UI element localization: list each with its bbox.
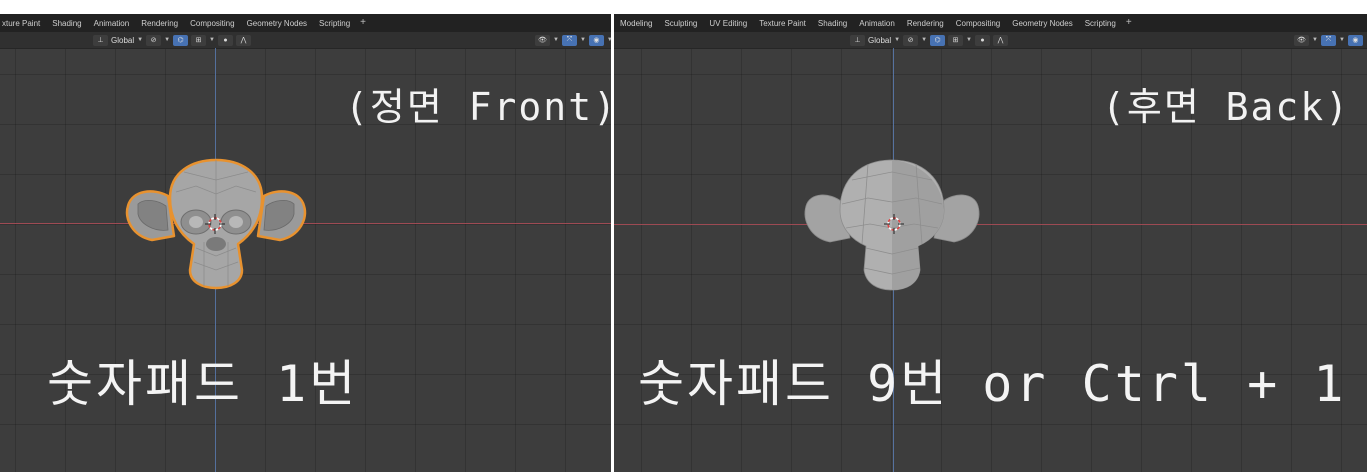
visibility-eye-icon[interactable]: 👁 <box>1294 34 1309 46</box>
transform-orientation-dropdown[interactable]: Global <box>868 36 891 45</box>
tab-scripting[interactable]: Scripting <box>1079 19 1122 28</box>
gizmo-icon[interactable]: ⤧ <box>1320 34 1336 46</box>
tab-animation[interactable]: Animation <box>88 19 136 28</box>
chevron-down-icon[interactable]: ▼ <box>164 37 170 43</box>
tab-compositing[interactable]: Compositing <box>184 19 240 28</box>
tab-animation[interactable]: Animation <box>853 19 901 28</box>
viewport-header: ⊥ Global ▼ ⊘ ▼ ⌬ ⊞ ▼ ● ⋀ 👁 ▼ ⤧ ▼ ◉ ▼ <box>614 32 1367 49</box>
tab-modeling[interactable]: Modeling <box>614 19 658 28</box>
proportional-editing-icon[interactable]: ● <box>217 34 233 46</box>
chevron-down-icon[interactable]: ▼ <box>209 37 215 43</box>
pivot-point-icon[interactable]: ⊘ <box>903 34 919 46</box>
add-workspace-button[interactable]: + <box>356 18 370 28</box>
chevron-down-icon[interactable]: ▼ <box>137 37 143 43</box>
overlay-controls: 👁 ▼ ⤧ ▼ ◉ ▼ <box>535 34 611 46</box>
chevron-down-icon[interactable]: ▼ <box>580 37 586 43</box>
transform-orientation-dropdown[interactable]: Global <box>111 36 134 45</box>
transform-orientation-icon[interactable]: ⊥ <box>93 34 108 46</box>
add-workspace-button[interactable]: + <box>1122 18 1136 28</box>
3d-cursor-icon <box>205 214 225 234</box>
chevron-down-icon[interactable]: ▼ <box>894 37 900 43</box>
tab-shading[interactable]: Shading <box>812 19 853 28</box>
3d-cursor-icon <box>884 214 904 234</box>
view-label: (후면 Back) <box>1102 85 1351 129</box>
shortcut-label: 숫자패드 9번 or Ctrl + 1 <box>638 355 1347 413</box>
x-axis-line <box>614 224 1367 225</box>
chevron-down-icon[interactable]: ▼ <box>921 37 927 43</box>
workspace-tab-bar: xture Paint Shading Animation Rendering … <box>0 14 611 32</box>
overlay-controls: 👁 ▼ ⤧ ▼ ◉ ▼ <box>1294 34 1367 46</box>
transform-orientation-icon[interactable]: ⊥ <box>850 34 865 46</box>
tab-rendering[interactable]: Rendering <box>901 19 950 28</box>
visibility-eye-icon[interactable]: 👁 <box>535 34 550 46</box>
tab-texture-paint[interactable]: xture Paint <box>0 19 46 28</box>
tab-sculpting[interactable]: Sculpting <box>658 19 703 28</box>
snap-icon[interactable]: ⌬ <box>930 34 946 46</box>
tab-texture-paint[interactable]: Texture Paint <box>753 19 812 28</box>
shortcut-label: 숫자패드 1번 <box>47 355 359 413</box>
chevron-down-icon[interactable]: ▼ <box>553 37 559 43</box>
snap-target-icon[interactable]: ⊞ <box>191 34 207 46</box>
pivot-point-icon[interactable]: ⊘ <box>146 34 162 46</box>
right-viewport[interactable]: Modeling Sculpting UV Editing Texture Pa… <box>614 14 1367 472</box>
transform-controls: ⊥ Global ▼ ⊘ ▼ ⌬ ⊞ ▼ ● ⋀ <box>850 34 1008 46</box>
chevron-down-icon[interactable]: ▼ <box>1312 37 1318 43</box>
snap-icon[interactable]: ⌬ <box>173 34 189 46</box>
falloff-icon[interactable]: ⋀ <box>235 34 251 46</box>
left-viewport[interactable]: xture Paint Shading Animation Rendering … <box>0 14 611 472</box>
viewport-header: ⊥ Global ▼ ⊘ ▼ ⌬ ⊞ ▼ ● ⋀ 👁 ▼ ⤧ ▼ ◉ ▼ <box>0 32 611 49</box>
tab-uv-editing[interactable]: UV Editing <box>703 19 753 28</box>
falloff-icon[interactable]: ⋀ <box>992 34 1008 46</box>
tab-compositing[interactable]: Compositing <box>950 19 1006 28</box>
tab-scripting[interactable]: Scripting <box>313 19 356 28</box>
proportional-editing-icon[interactable]: ● <box>974 34 990 46</box>
tab-rendering[interactable]: Rendering <box>135 19 184 28</box>
chevron-down-icon[interactable]: ▼ <box>1339 37 1345 43</box>
workspace-tab-bar: Modeling Sculpting UV Editing Texture Pa… <box>614 14 1367 32</box>
overlays-icon[interactable]: ◉ <box>588 34 604 46</box>
gizmo-icon[interactable]: ⤧ <box>561 34 577 46</box>
tab-shading[interactable]: Shading <box>46 19 87 28</box>
tab-geometry-nodes[interactable]: Geometry Nodes <box>241 19 313 28</box>
view-label: (정면 Front) <box>345 85 611 129</box>
chevron-down-icon[interactable]: ▼ <box>966 37 972 43</box>
snap-target-icon[interactable]: ⊞ <box>948 34 964 46</box>
overlays-icon[interactable]: ◉ <box>1347 34 1363 46</box>
tab-geometry-nodes[interactable]: Geometry Nodes <box>1006 19 1078 28</box>
transform-controls: ⊥ Global ▼ ⊘ ▼ ⌬ ⊞ ▼ ● ⋀ <box>93 34 251 46</box>
